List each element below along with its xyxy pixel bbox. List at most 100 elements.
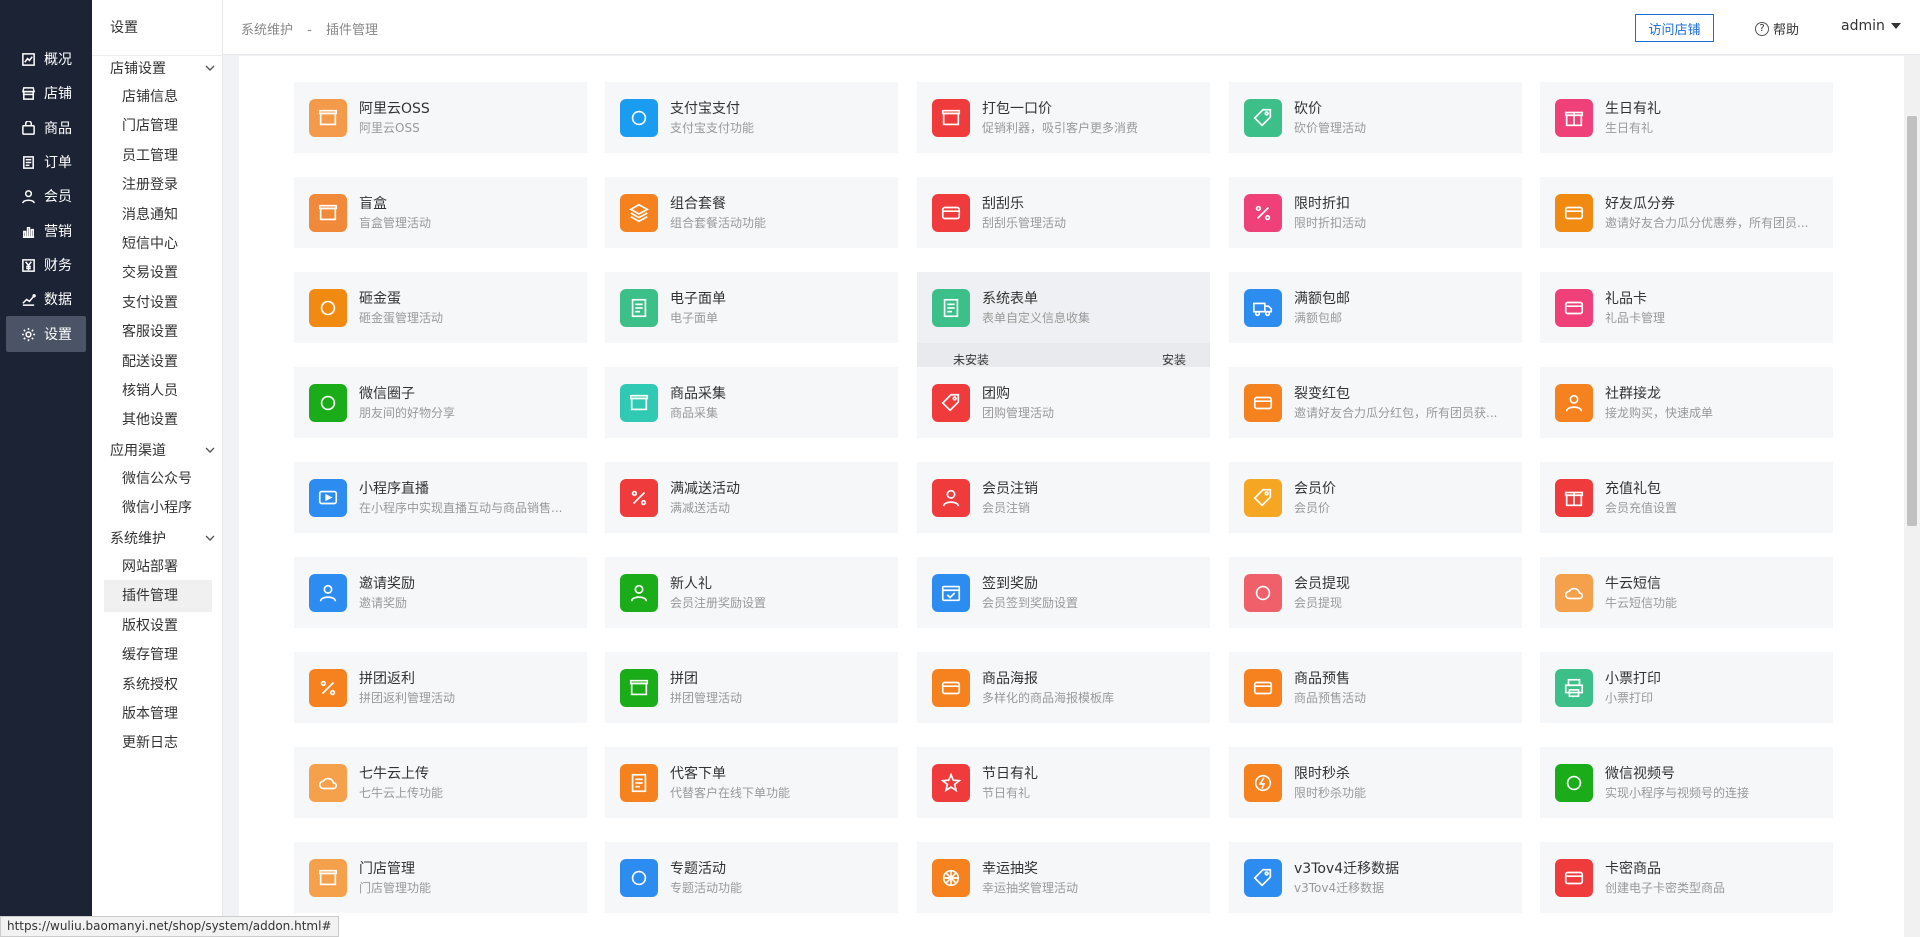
plugin-desc: 限时折扣活动 bbox=[1294, 216, 1367, 230]
sidebar-item[interactable]: 其他设置 bbox=[104, 404, 212, 436]
plugin-card[interactable]: 小票打印 小票打印 bbox=[1540, 652, 1833, 723]
sidebar-item[interactable]: 微信公众号 bbox=[104, 463, 212, 495]
plugin-card[interactable]: 拼团 拼团管理活动 bbox=[605, 652, 898, 723]
plugin-card[interactable]: 签到奖励 会员签到奖励设置 bbox=[917, 557, 1210, 628]
nav-item-1[interactable]: 店铺 bbox=[6, 75, 86, 111]
plugin-card[interactable]: 限时折扣 限时折扣活动 bbox=[1229, 177, 1522, 248]
plugin-card[interactable]: 商品海报 多样化的商品海报模板库 bbox=[917, 652, 1210, 723]
top-bar: 系统维护 - 插件管理 访问店铺 ? 帮助 admin bbox=[223, 0, 1920, 55]
sidebar-item[interactable]: 短信中心 bbox=[104, 228, 212, 260]
help-link[interactable]: ? 帮助 bbox=[1755, 19, 1799, 38]
plugin-card[interactable]: 卡密商品 创建电子卡密类型商品 bbox=[1540, 842, 1833, 913]
sidebar-item[interactable]: 版本管理 bbox=[104, 698, 212, 730]
plugin-desc: 限时秒杀功能 bbox=[1294, 786, 1367, 800]
sidebar-item[interactable]: 店铺信息 bbox=[104, 81, 212, 113]
plugin-card[interactable]: 砍价 砍价管理活动 bbox=[1229, 82, 1522, 153]
plugin-card[interactable]: 门店管理 门店管理功能 bbox=[294, 842, 587, 913]
sidebar-item[interactable]: 缓存管理 bbox=[104, 639, 212, 671]
sidebar-item[interactable]: 更新日志 bbox=[104, 727, 212, 759]
sidebar-item[interactable]: 客服设置 bbox=[104, 316, 212, 348]
data-icon bbox=[20, 291, 36, 307]
install-button[interactable]: 安装 bbox=[1162, 351, 1186, 368]
calendar-check-icon bbox=[932, 574, 970, 612]
plugin-card[interactable]: 商品预售 商品预售活动 bbox=[1229, 652, 1522, 723]
plugin-card[interactable]: 节日有礼 节日有礼 bbox=[917, 747, 1210, 818]
plugin-card[interactable]: 裂变红包 邀请好友合力瓜分红包，所有团员获... bbox=[1229, 367, 1522, 438]
sidebar-item[interactable]: 消息通知 bbox=[104, 199, 212, 231]
plugin-card[interactable]: 限时秒杀 限时秒杀功能 bbox=[1229, 747, 1522, 818]
plugin-card[interactable]: 充值礼包 会员充值设置 bbox=[1540, 462, 1833, 533]
sidebar-item[interactable]: 配送设置 bbox=[104, 346, 212, 378]
plugin-card[interactable]: 微信视频号 实现小程序与视频号的连接 bbox=[1540, 747, 1833, 818]
sidebar-group-0[interactable]: 店铺设置 bbox=[110, 58, 215, 78]
plugin-card[interactable]: 幸运抽奖 幸运抽奖管理活动 bbox=[917, 842, 1210, 913]
nav-item-2[interactable]: 商品 bbox=[6, 110, 86, 146]
sidebar-item[interactable]: 门店管理 bbox=[104, 110, 212, 142]
sidebar-item[interactable]: 员工管理 bbox=[104, 140, 212, 172]
nav-item-8[interactable]: 设置 bbox=[6, 316, 86, 352]
plugin-card[interactable]: 代客下单 代替客户在线下单功能 bbox=[605, 747, 898, 818]
sidebar-item[interactable]: 注册登录 bbox=[104, 169, 212, 201]
plugin-card[interactable]: 会员提现 会员提现 bbox=[1229, 557, 1522, 628]
plugin-card[interactable]: 组合套餐 组合套餐活动功能 bbox=[605, 177, 898, 248]
scrollbar-thumb[interactable] bbox=[1907, 116, 1917, 526]
plugin-desc: 刮刮乐管理活动 bbox=[982, 216, 1067, 230]
user-menu[interactable]: admin bbox=[1841, 18, 1901, 34]
plugin-card[interactable]: 打包一口价 促销利器，吸引客户更多消费 bbox=[917, 82, 1210, 153]
plugin-card[interactable]: 支付宝支付 支付宝支付功能 bbox=[605, 82, 898, 153]
plugin-desc: 满减送活动 bbox=[670, 501, 731, 515]
plugin-desc: 接龙购买，快速成单 bbox=[1605, 406, 1714, 420]
plugin-card[interactable]: 拼团返利 拼团返利管理活动 bbox=[294, 652, 587, 723]
plugin-card[interactable]: 阿里云OSS 阿里云OSS bbox=[294, 82, 587, 153]
plugin-card[interactable]: 会员价 会员价 bbox=[1229, 462, 1522, 533]
sidebar-item[interactable]: 插件管理 bbox=[104, 580, 212, 613]
nav-item-7[interactable]: 数据 bbox=[6, 281, 86, 317]
plugin-card[interactable]: 会员注销 会员注销 bbox=[917, 462, 1210, 533]
plugin-card[interactable]: 商品采集 商品采集 bbox=[605, 367, 898, 438]
sidebar-item[interactable]: 支付设置 bbox=[104, 287, 212, 319]
plugin-card[interactable]: 满额包邮 满额包邮 bbox=[1229, 272, 1522, 343]
nav-item-0[interactable]: 概况 bbox=[6, 41, 86, 77]
plugin-desc: 生日有礼 bbox=[1605, 121, 1654, 135]
alipay-icon bbox=[620, 99, 658, 137]
plugin-card[interactable]: 满减送活动 满减送活动 bbox=[605, 462, 898, 533]
visit-store-button[interactable]: 访问店铺 bbox=[1635, 14, 1714, 42]
collect-icon bbox=[620, 384, 658, 422]
plugin-card[interactable]: v3Tov4迁移数据 v3Tov4迁移数据 bbox=[1229, 842, 1522, 913]
sidebar-item[interactable]: 网站部署 bbox=[104, 551, 212, 583]
sidebar-group-2[interactable]: 系统维护 bbox=[110, 528, 215, 548]
plugin-card[interactable]: 七牛云上传 七牛云上传功能 bbox=[294, 747, 587, 818]
plugin-card[interactable]: 社群接龙 接龙购买，快速成单 bbox=[1540, 367, 1833, 438]
plugin-card[interactable]: 系统表单 表单自定义信息收集 bbox=[917, 272, 1210, 343]
sidebar-group-1[interactable]: 应用渠道 bbox=[110, 440, 215, 460]
nav-item-3[interactable]: 订单 bbox=[6, 144, 86, 180]
sidebar-item[interactable]: 核销人员 bbox=[104, 375, 212, 407]
plugin-card[interactable]: 盲盒 盲盒管理活动 bbox=[294, 177, 587, 248]
plugin-name: 砸金蛋 bbox=[359, 291, 401, 307]
plugin-name: 微信圈子 bbox=[359, 386, 415, 402]
plugin-desc: 七牛云上传功能 bbox=[359, 786, 444, 800]
plugin-card[interactable]: 电子面单 电子面单 bbox=[605, 272, 898, 343]
scrollbar[interactable] bbox=[1904, 56, 1920, 937]
plugin-card[interactable]: 团购 团购管理活动 bbox=[917, 367, 1210, 438]
plugin-card[interactable]: 砸金蛋 砸金蛋管理活动 bbox=[294, 272, 587, 343]
plugin-card[interactable]: 邀请奖励 邀请奖励 bbox=[294, 557, 587, 628]
nav-item-4[interactable]: 会员 bbox=[6, 178, 86, 214]
plugin-card[interactable]: 刮刮乐 刮刮乐管理活动 bbox=[917, 177, 1210, 248]
breadcrumb-item-system[interactable]: 系统维护 bbox=[241, 23, 293, 38]
plugin-card[interactable]: 新人礼 会员注册奖励设置 bbox=[605, 557, 898, 628]
plugin-card[interactable]: 小程序直播 在小程序中实现直播互动与商品销售... bbox=[294, 462, 587, 533]
sidebar-item[interactable]: 微信小程序 bbox=[104, 492, 212, 524]
plugin-card[interactable]: 牛云短信 牛云短信功能 bbox=[1540, 557, 1833, 628]
plugin-desc: 幸运抽奖管理活动 bbox=[982, 881, 1079, 895]
plugin-card[interactable]: 好友瓜分券 邀请好友合力瓜分优惠券，所有团员... bbox=[1540, 177, 1833, 248]
plugin-card[interactable]: 专题活动 专题活动功能 bbox=[605, 842, 898, 913]
sidebar-item[interactable]: 系统授权 bbox=[104, 669, 212, 701]
sidebar-item[interactable]: 交易设置 bbox=[104, 257, 212, 289]
plugin-card[interactable]: 礼品卡 礼品卡管理 bbox=[1540, 272, 1833, 343]
nav-item-6[interactable]: 财务 bbox=[6, 247, 86, 283]
nav-item-5[interactable]: 营销 bbox=[6, 213, 86, 249]
plugin-card[interactable]: 生日有礼 生日有礼 bbox=[1540, 82, 1833, 153]
plugin-card[interactable]: 微信圈子 朋友间的好物分享 bbox=[294, 367, 587, 438]
sidebar-item[interactable]: 版权设置 bbox=[104, 610, 212, 642]
